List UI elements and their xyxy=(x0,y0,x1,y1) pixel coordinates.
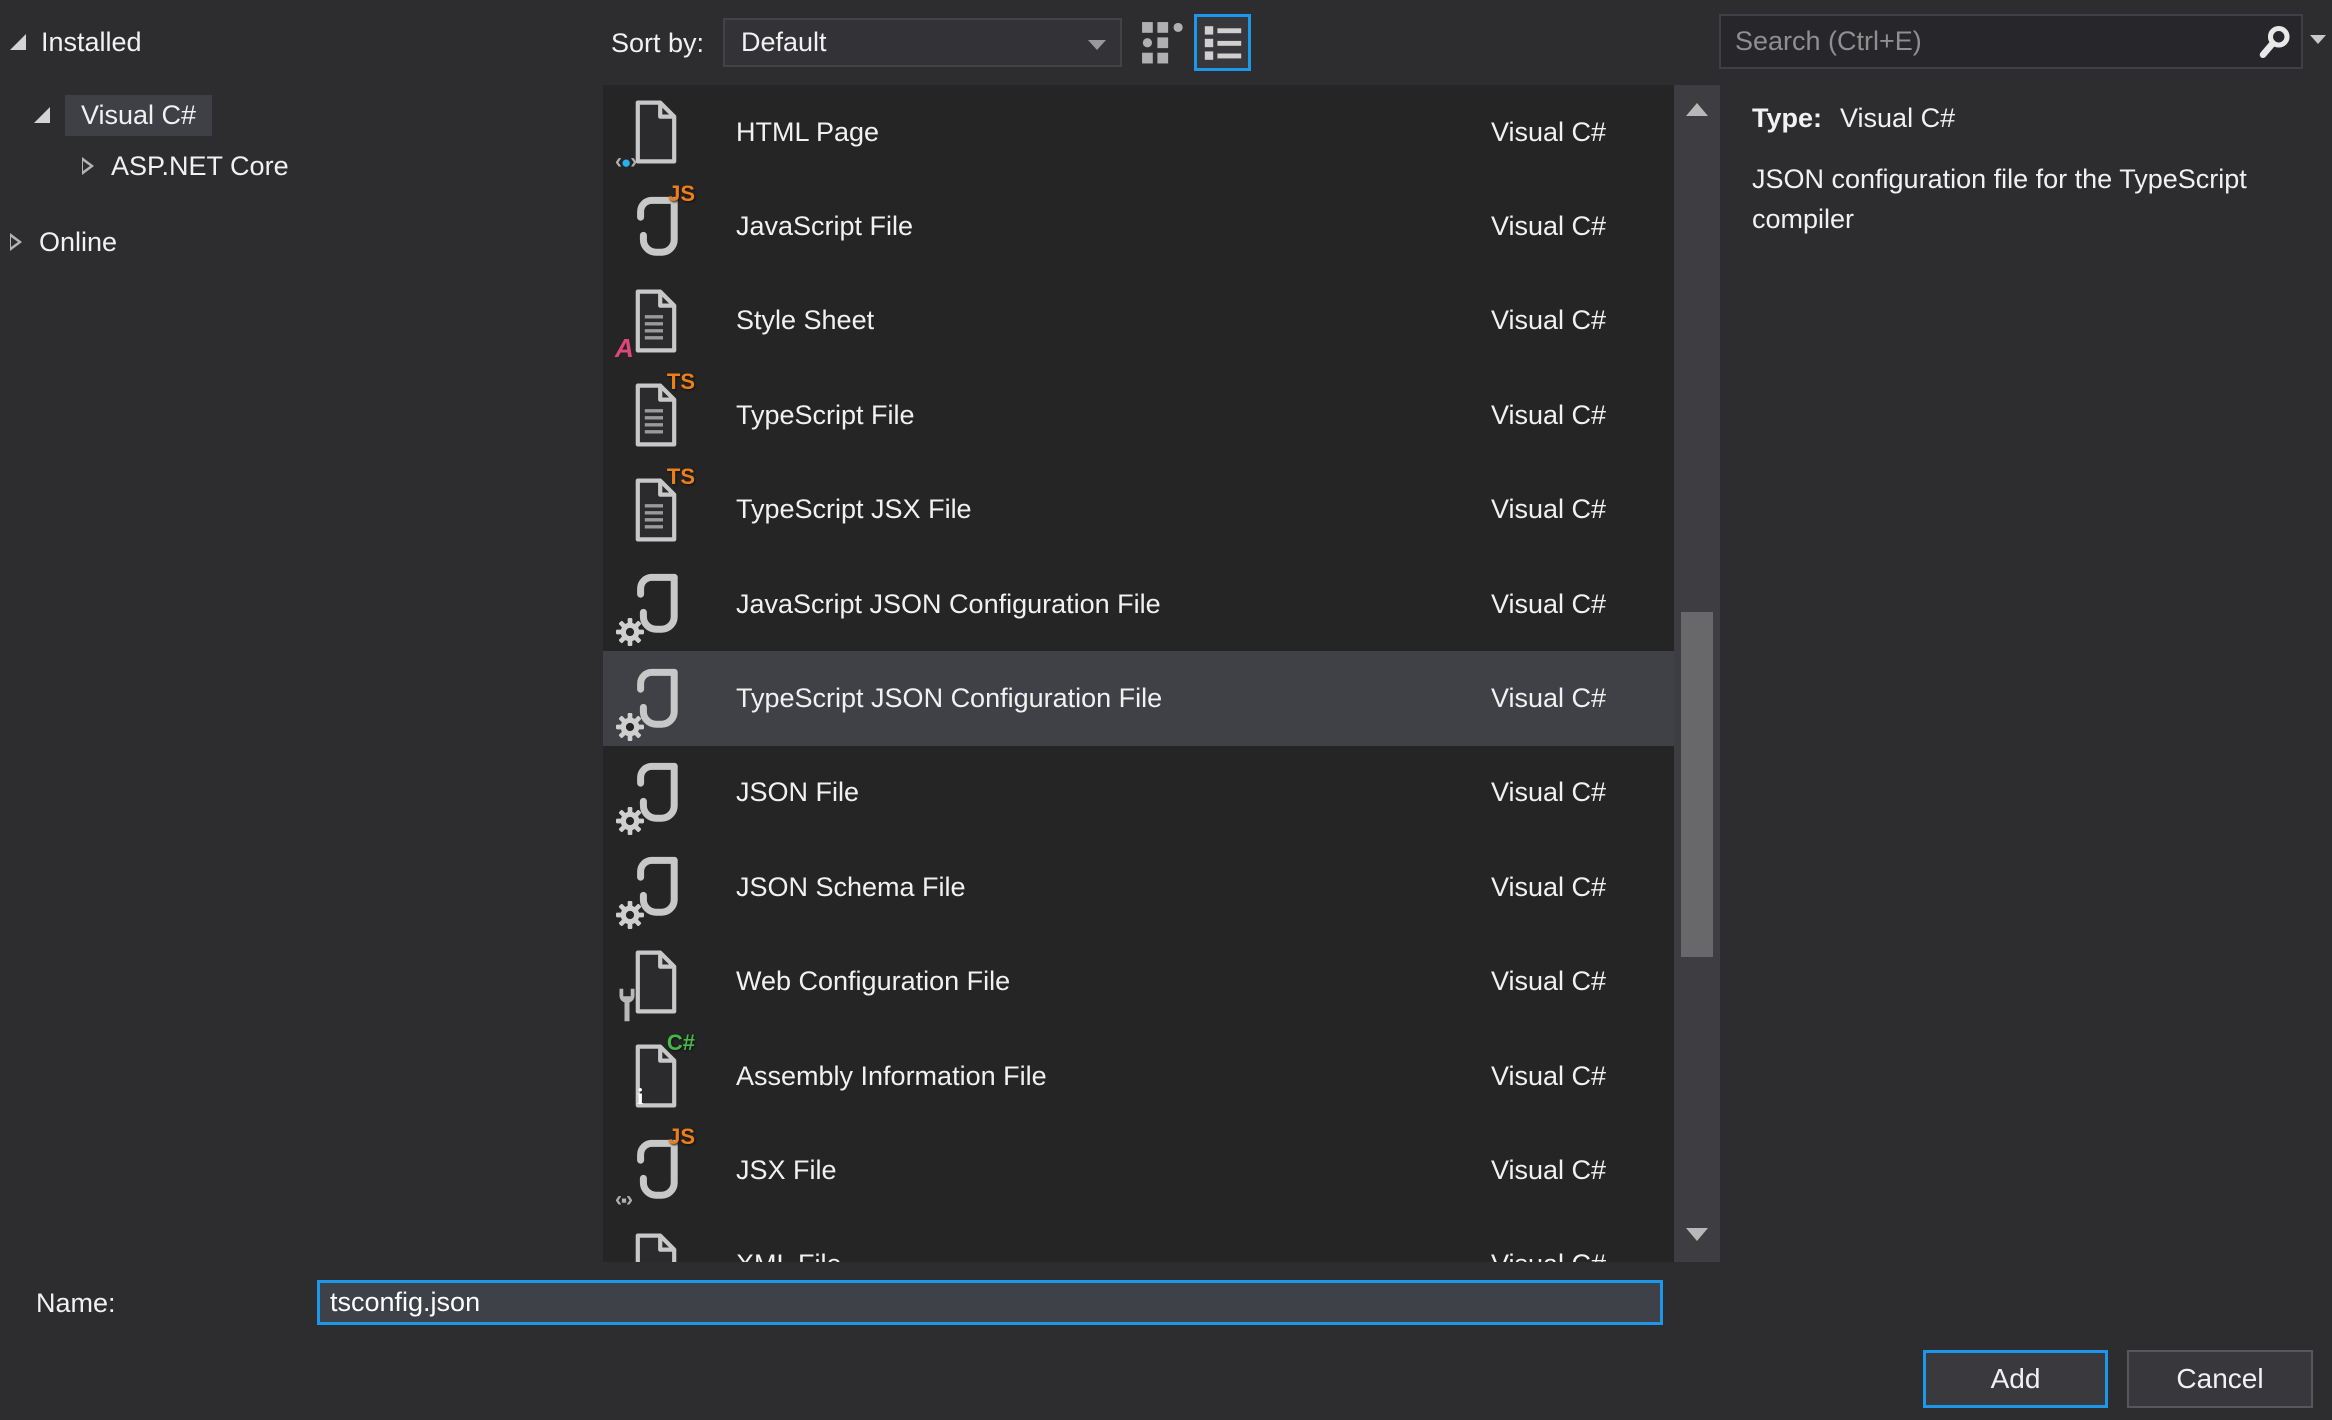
sort-by-label: Sort by: xyxy=(611,28,704,59)
item-language: Visual C# xyxy=(1491,1061,1606,1092)
sort-dropdown[interactable]: Default xyxy=(723,18,1122,67)
expanded-triangle-icon xyxy=(10,34,26,50)
chevron-down-icon xyxy=(1088,40,1106,50)
item-name: XML File xyxy=(736,1249,842,1262)
web-config-file-icon xyxy=(625,942,687,1022)
item-language: Visual C# xyxy=(1491,400,1606,431)
style-sheet-icon: A xyxy=(625,281,687,361)
html-page-icon: ‹●› xyxy=(625,92,687,172)
add-new-item-dialog: { "colors": { "accent": "#1c97ea", "wind… xyxy=(0,0,2332,1420)
javascript-file-icon: JS xyxy=(625,187,687,267)
list-item[interactable]: JavaScript JSON Configuration File Visua… xyxy=(603,557,1720,651)
tiles-view-button[interactable] xyxy=(1136,16,1188,68)
item-name: JSON Schema File xyxy=(736,872,966,903)
up-arrow-icon xyxy=(1686,103,1708,116)
sidebar-item-aspnet-core[interactable]: ASP.NET Core xyxy=(82,144,289,188)
collapsed-triangle-icon xyxy=(10,233,24,251)
assembly-info-file-icon: C#i xyxy=(625,1036,687,1116)
type-value: Visual C# xyxy=(1840,103,1955,133)
typescript-jsx-file-icon: TS xyxy=(625,470,687,550)
cancel-button[interactable]: Cancel xyxy=(2127,1350,2313,1408)
item-name: Web Configuration File xyxy=(736,966,1010,997)
sidebar-item-label: Online xyxy=(39,227,117,258)
search-box xyxy=(1719,14,2303,69)
item-language: Visual C# xyxy=(1491,1249,1606,1262)
scroll-up-button[interactable] xyxy=(1674,91,1720,127)
search-options-chevron-icon[interactable] xyxy=(2310,35,2326,44)
template-rows: ‹●› HTML Page Visual C# JS JavaScript Fi… xyxy=(603,85,1720,1262)
name-label: Name: xyxy=(36,1288,116,1319)
item-language: Visual C# xyxy=(1491,589,1606,620)
list-item[interactable]: JS JavaScript File Visual C# xyxy=(603,179,1720,273)
search-input[interactable] xyxy=(1721,16,2301,67)
item-language: Visual C# xyxy=(1491,494,1606,525)
tiles-icon xyxy=(1139,19,1185,65)
item-name: JSX File xyxy=(736,1155,837,1186)
list-item[interactable]: ‹●› HTML Page Visual C# xyxy=(603,85,1720,179)
type-description: JSON configuration file for the TypeScri… xyxy=(1752,159,2332,239)
list-item[interactable]: Web Configuration File Visual C# xyxy=(603,935,1720,1029)
scrollbar[interactable] xyxy=(1674,85,1720,1262)
item-language: Visual C# xyxy=(1491,211,1606,242)
list-item[interactable]: JSON Schema File Visual C# xyxy=(603,840,1720,934)
list-item[interactable]: TS TypeScript File Visual C# xyxy=(603,368,1720,462)
typescript-file-icon: TS xyxy=(625,375,687,455)
typescript-json-config-icon xyxy=(625,659,687,739)
expanded-triangle-icon xyxy=(34,107,50,123)
list-item[interactable]: XML File Visual C# xyxy=(603,1218,1720,1262)
item-name: Assembly Information File xyxy=(736,1061,1047,1092)
sidebar-item-visual-csharp[interactable]: Visual C# xyxy=(34,93,212,137)
item-name: JavaScript JSON Configuration File xyxy=(736,589,1161,620)
list-item[interactable]: JSON File Visual C# xyxy=(603,746,1720,840)
sidebar-item-label: Installed xyxy=(41,27,142,58)
sidebar-item-online[interactable]: Online xyxy=(10,220,117,264)
xml-file-icon xyxy=(625,1225,687,1262)
list-item[interactable]: JS‹▪› JSX File Visual C# xyxy=(603,1123,1720,1217)
item-name: HTML Page xyxy=(736,117,879,148)
json-file-icon xyxy=(625,753,687,833)
sidebar-item-label: Visual C# xyxy=(65,95,212,136)
javascript-json-config-icon xyxy=(625,564,687,644)
collapsed-triangle-icon xyxy=(82,157,96,175)
item-language: Visual C# xyxy=(1491,872,1606,903)
json-schema-file-icon xyxy=(625,847,687,927)
item-name: TypeScript JSX File xyxy=(736,494,972,525)
list-item[interactable]: TS TypeScript JSX File Visual C# xyxy=(603,463,1720,557)
item-language: Visual C# xyxy=(1491,117,1606,148)
down-arrow-icon xyxy=(1686,1228,1708,1241)
scroll-down-button[interactable] xyxy=(1674,1216,1720,1252)
item-name: Style Sheet xyxy=(736,305,874,336)
list-item[interactable]: TypeScript JSON Configuration File Visua… xyxy=(603,651,1720,745)
item-name: JSON File xyxy=(736,777,859,808)
item-language: Visual C# xyxy=(1491,1155,1606,1186)
item-language: Visual C# xyxy=(1491,966,1606,997)
scroll-thumb[interactable] xyxy=(1681,612,1713,957)
item-language: Visual C# xyxy=(1491,777,1606,808)
item-name: TypeScript File xyxy=(736,400,915,431)
sidebar-item-installed[interactable]: Installed xyxy=(10,20,142,64)
item-language: Visual C# xyxy=(1491,305,1606,336)
search-icon xyxy=(2257,24,2293,60)
type-label: Type: xyxy=(1752,103,1822,133)
item-name: TypeScript JSON Configuration File xyxy=(736,683,1162,714)
sidebar-item-label: ASP.NET Core xyxy=(111,151,289,182)
template-list: ‹●› HTML Page Visual C# JS JavaScript Fi… xyxy=(603,85,1720,1262)
list-view-icon xyxy=(1202,22,1244,64)
item-name: JavaScript File xyxy=(736,211,913,242)
item-language: Visual C# xyxy=(1491,683,1606,714)
list-view-button[interactable] xyxy=(1194,14,1251,71)
sort-dropdown-value: Default xyxy=(741,27,827,58)
list-item[interactable]: A Style Sheet Visual C# xyxy=(603,274,1720,368)
list-item[interactable]: C#i Assembly Information File Visual C# xyxy=(603,1029,1720,1123)
add-button[interactable]: Add xyxy=(1923,1350,2108,1408)
name-input[interactable] xyxy=(317,1280,1663,1325)
jsx-file-icon: JS‹▪› xyxy=(625,1130,687,1210)
